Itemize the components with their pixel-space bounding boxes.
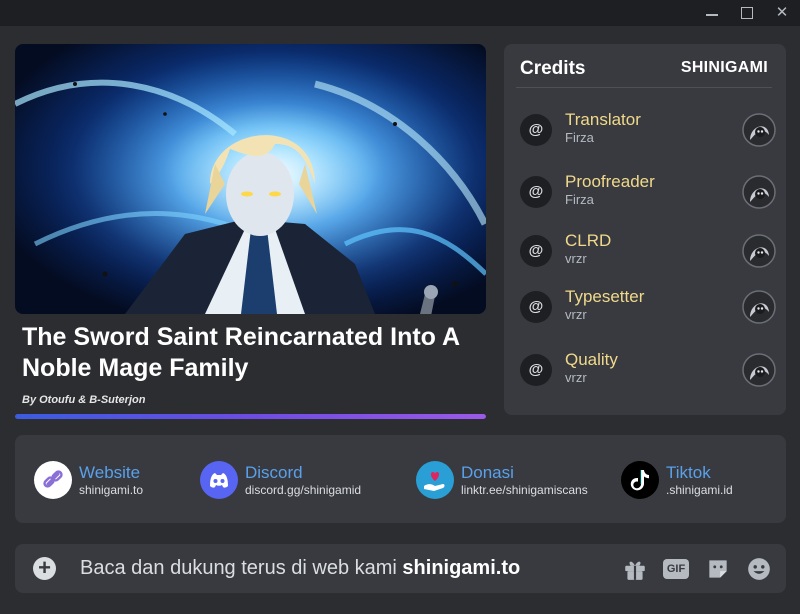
credit-row: @ Proofreader Firza bbox=[518, 172, 776, 212]
link-url: .shinigami.id bbox=[666, 483, 733, 497]
credit-role: Proofreader bbox=[565, 172, 655, 191]
mention-icon: @ bbox=[520, 176, 552, 208]
mention-icon: @ bbox=[520, 235, 552, 267]
donate-icon bbox=[416, 461, 454, 499]
link-url: discord.gg/shinigamid bbox=[245, 483, 362, 497]
link-name: Tiktok bbox=[666, 463, 711, 482]
credit-name: vrzr bbox=[565, 307, 587, 322]
link-name: Discord bbox=[245, 463, 303, 482]
minimize-icon[interactable] bbox=[698, 2, 726, 24]
tiktok-icon bbox=[621, 461, 659, 499]
credit-role: Quality bbox=[565, 350, 618, 369]
credit-row: @ Translator Firza bbox=[518, 110, 776, 150]
reaper-avatar-icon bbox=[742, 234, 776, 268]
reaper-avatar-icon bbox=[742, 113, 776, 147]
links-panel: Website shinigami.to Discord discord.gg/shi… bbox=[15, 435, 786, 523]
credit-row: @ Typesetter vrzr bbox=[518, 287, 776, 327]
credits-panel: Credits SHINIGAMI @ Translator Firza @ Proof… bbox=[504, 44, 786, 415]
window-titlebar: ✕ bbox=[0, 0, 800, 26]
credit-row: @ Quality vrzr bbox=[518, 350, 776, 390]
link-donasi[interactable]: Donasi linktr.ee/shinigamiscans bbox=[416, 461, 596, 501]
mention-icon: @ bbox=[520, 114, 552, 146]
close-icon[interactable]: ✕ bbox=[768, 2, 796, 24]
gif-label: GIF bbox=[663, 559, 689, 579]
chat-message[interactable]: Baca dan dukung terus di web kami shinig… bbox=[80, 557, 520, 580]
credit-role: CLRD bbox=[565, 231, 612, 250]
chat-message-link: shinigami.to bbox=[402, 557, 521, 579]
cover-illustration bbox=[15, 44, 486, 314]
add-attachment-button[interactable]: + bbox=[33, 557, 56, 580]
gif-icon[interactable]: GIF bbox=[663, 556, 689, 582]
credits-divider bbox=[516, 87, 772, 88]
mention-icon: @ bbox=[520, 291, 552, 323]
credit-name: vrzr bbox=[565, 370, 587, 385]
reaper-avatar-icon bbox=[742, 290, 776, 324]
cover-artwork bbox=[15, 44, 486, 314]
link-discord[interactable]: Discord discord.gg/shinigamid bbox=[200, 461, 380, 501]
link-website[interactable]: Website shinigami.to bbox=[34, 461, 214, 501]
emoji-icon[interactable] bbox=[746, 556, 772, 582]
discord-icon bbox=[200, 461, 238, 499]
credit-role: Typesetter bbox=[565, 287, 645, 306]
reaper-avatar-icon bbox=[742, 353, 776, 387]
series-byline: By Otoufu & B-Suterjon bbox=[22, 394, 146, 406]
read-progress-fill bbox=[15, 414, 486, 419]
maximize-icon[interactable] bbox=[733, 2, 761, 24]
chat-input-bar[interactable]: + Baca dan dukung terus di web kami shin… bbox=[15, 544, 786, 593]
credit-name: Firza bbox=[565, 192, 594, 207]
mention-icon: @ bbox=[520, 354, 552, 386]
credit-name: vrzr bbox=[565, 251, 587, 266]
link-tiktok[interactable]: Tiktok .shinigami.id bbox=[621, 461, 800, 501]
link-name: Website bbox=[79, 463, 141, 482]
sticker-icon[interactable] bbox=[705, 556, 731, 582]
credit-name: Firza bbox=[565, 130, 594, 145]
credits-brand: SHINIGAMI bbox=[680, 59, 768, 76]
link-icon bbox=[34, 461, 72, 499]
series-title: The Sword Saint Reincarnated Into A Nobl… bbox=[22, 323, 460, 382]
chat-message-text: Baca dan dukung terus di web kami bbox=[80, 557, 403, 579]
credit-row: @ CLRD vrzr bbox=[518, 231, 776, 271]
link-url: linktr.ee/shinigamiscans bbox=[461, 483, 588, 497]
read-progress-bar bbox=[15, 414, 486, 419]
credit-role: Translator bbox=[565, 110, 641, 129]
link-url: shinigami.to bbox=[79, 483, 144, 497]
reaper-avatar-icon bbox=[742, 175, 776, 209]
link-name: Donasi bbox=[461, 463, 514, 482]
gift-icon[interactable] bbox=[622, 556, 648, 582]
credits-heading: Credits bbox=[520, 58, 586, 79]
